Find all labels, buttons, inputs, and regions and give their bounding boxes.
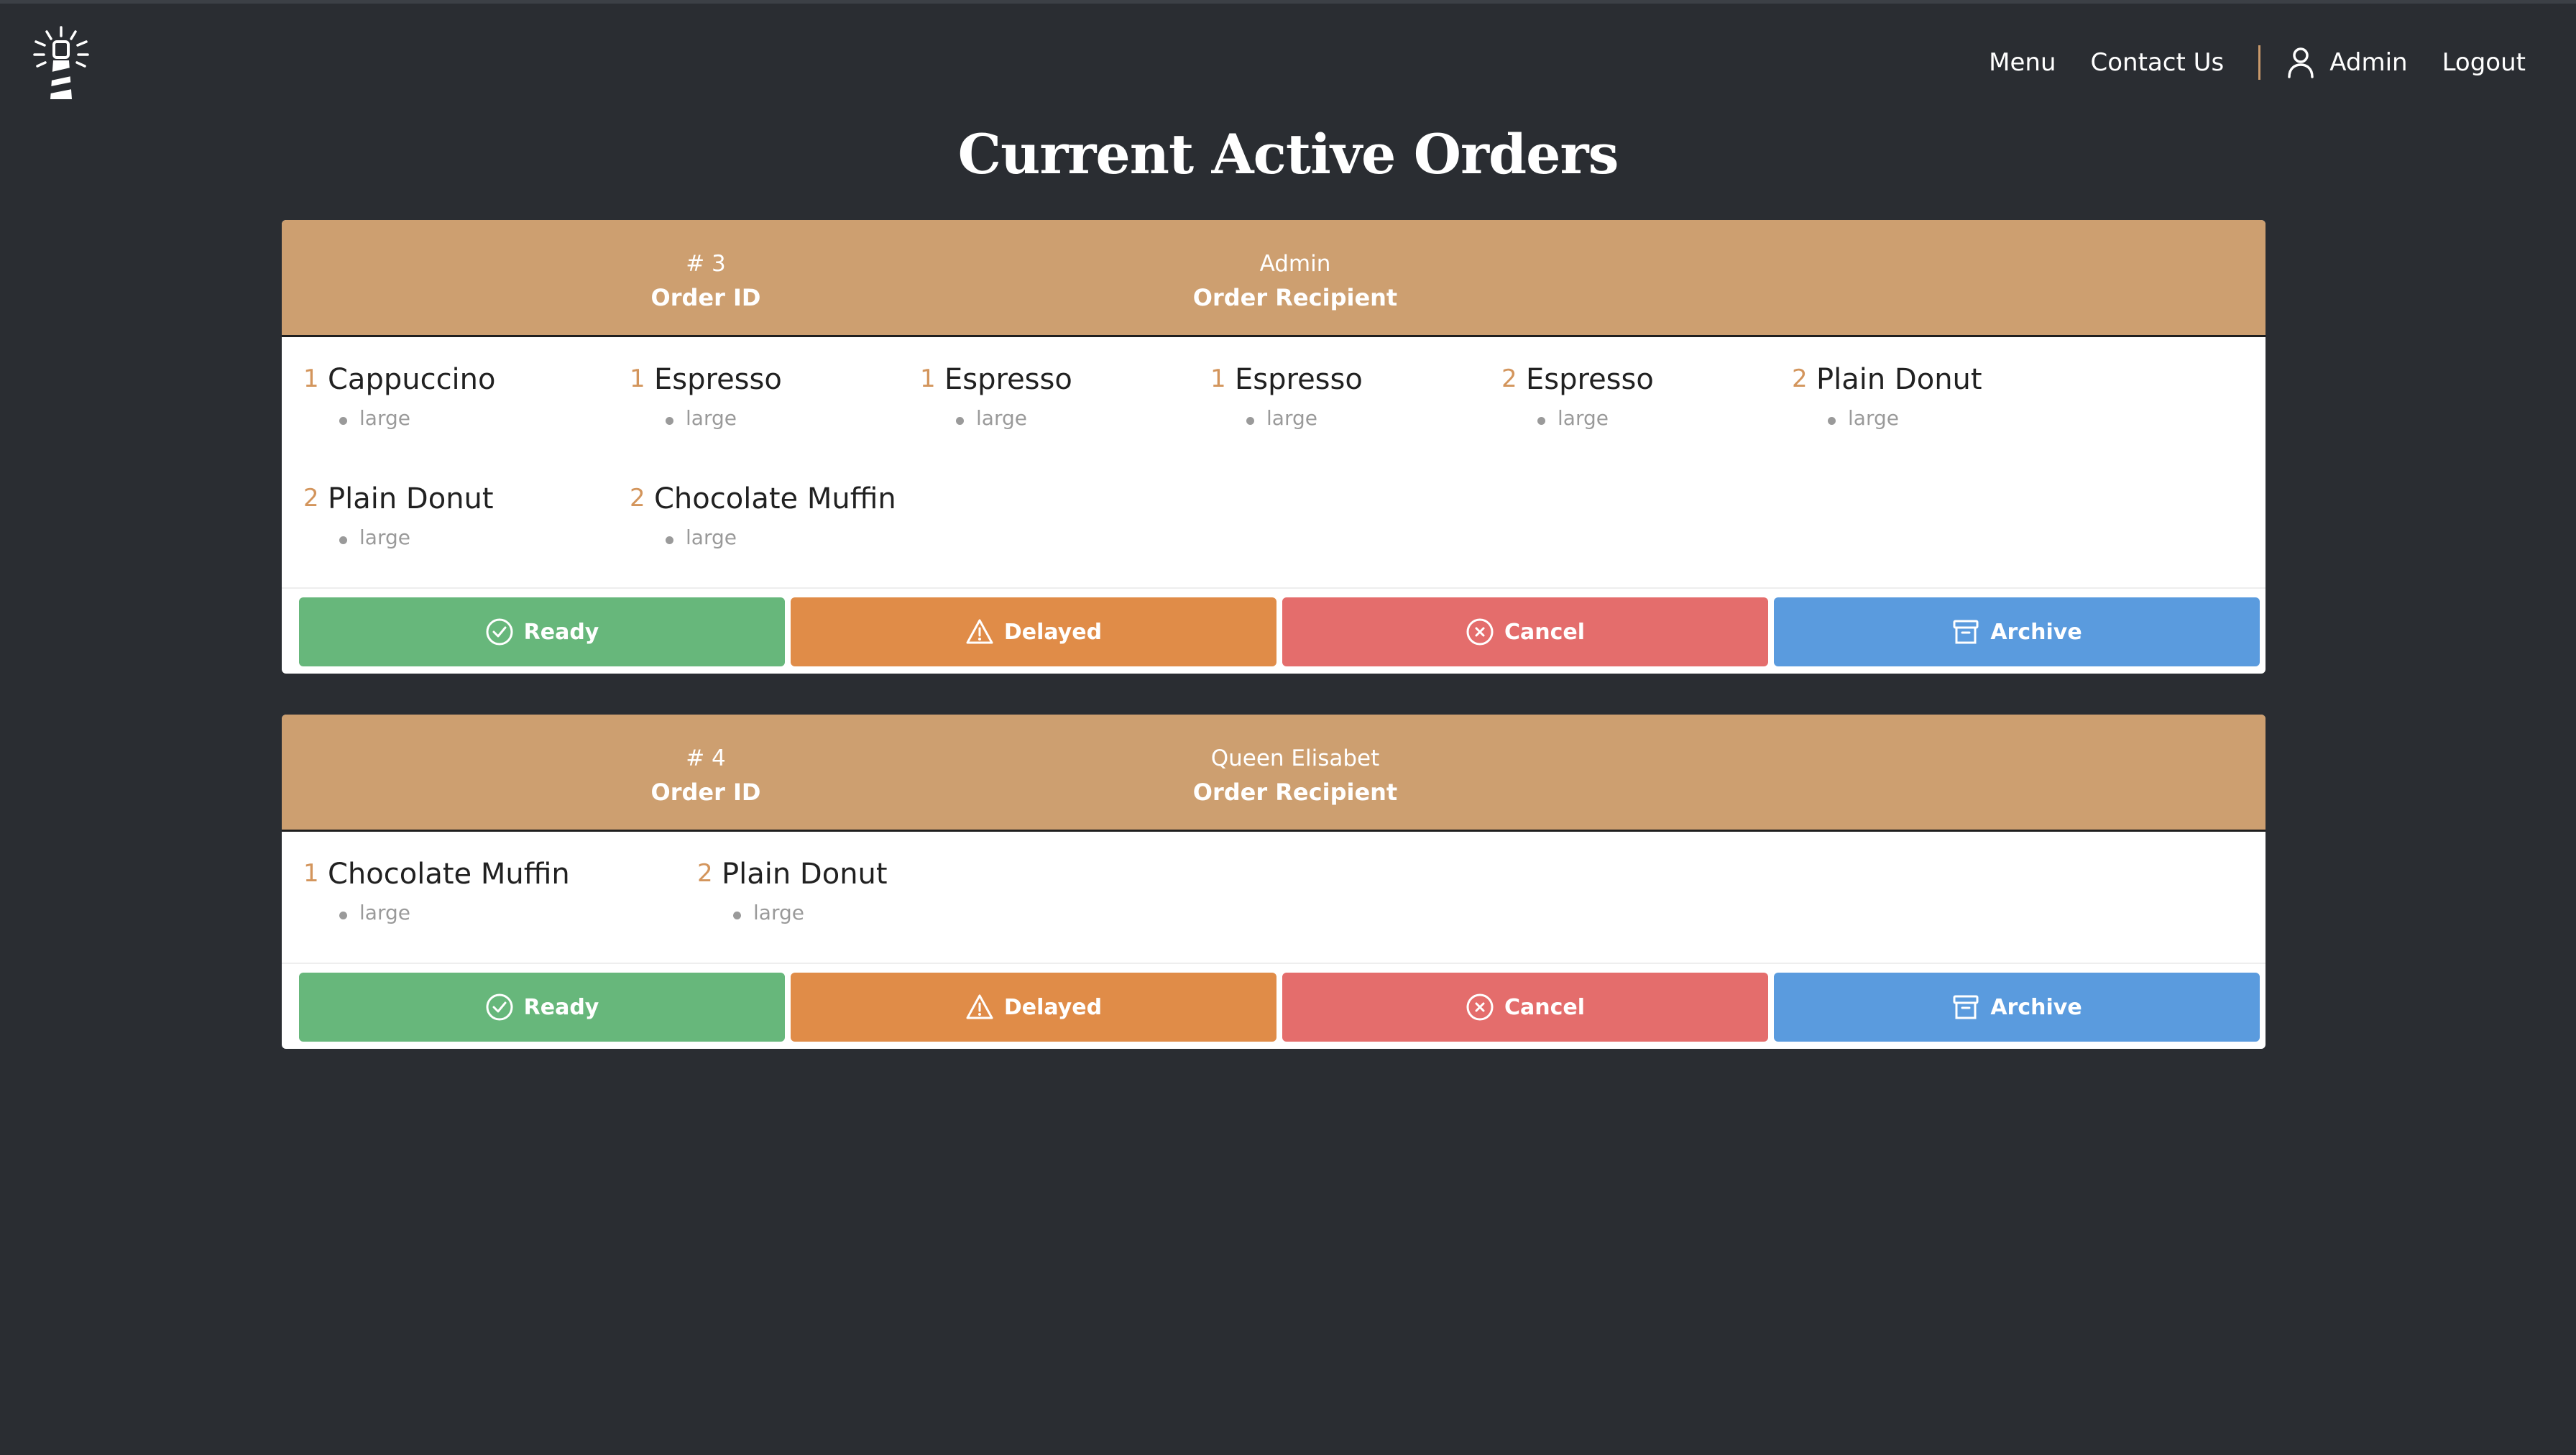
bullet bbox=[339, 536, 347, 544]
bullet bbox=[1246, 417, 1254, 425]
ready-button[interactable]: Ready bbox=[299, 597, 785, 666]
check-circle-icon bbox=[486, 993, 513, 1021]
check-circle-icon bbox=[486, 618, 513, 646]
item-quantity: 1 bbox=[630, 364, 645, 393]
archive-box-icon bbox=[1953, 995, 1979, 1019]
cancel-button[interactable]: Cancel bbox=[1282, 597, 1768, 666]
cancel-button[interactable]: Cancel bbox=[1282, 973, 1768, 1042]
item-quantity: 2 bbox=[630, 484, 645, 513]
order-card-header: # 3 Order ID Admin Order Recipient bbox=[282, 220, 2266, 337]
item-name: Plain Donut bbox=[328, 482, 494, 515]
item-name: Chocolate Muffin bbox=[328, 858, 570, 891]
order-recipient-label: Order Recipient bbox=[1192, 284, 1398, 311]
item-quantity: 1 bbox=[920, 364, 936, 393]
bullet bbox=[956, 417, 964, 425]
item-name: Plain Donut bbox=[722, 858, 888, 891]
warning-triangle-icon bbox=[966, 994, 993, 1019]
order-recipient-value: Admin bbox=[1259, 251, 1331, 277]
archive-box-icon bbox=[1953, 620, 1979, 644]
item-quantity: 1 bbox=[303, 364, 319, 393]
order-card: # 4 Order ID Queen Elisabet Order Recipi… bbox=[282, 715, 2266, 1049]
close-circle-icon bbox=[1466, 618, 1494, 646]
order-id-label: Order ID bbox=[650, 779, 761, 806]
item-size: large bbox=[686, 525, 737, 549]
item-size: large bbox=[359, 525, 410, 549]
order-id-value: # 3 bbox=[686, 251, 726, 277]
delayed-button[interactable]: Delayed bbox=[791, 973, 1276, 1042]
order-recipient-column: Queen Elisabet Order Recipient bbox=[1108, 742, 1482, 809]
lighthouse-icon[interactable] bbox=[29, 24, 93, 104]
item-name: Chocolate Muffin bbox=[654, 482, 896, 515]
top-navigation: Menu Contact Us Admin Logout bbox=[1954, 45, 2526, 81]
archive-button-label: Archive bbox=[1990, 619, 2082, 645]
item-quantity: 1 bbox=[303, 859, 319, 888]
cancel-button-label: Cancel bbox=[1504, 619, 1586, 645]
person-icon bbox=[2288, 47, 2314, 78]
item-size: large bbox=[753, 901, 804, 924]
warning-triangle-icon bbox=[966, 619, 993, 644]
archive-button[interactable]: Archive bbox=[1774, 597, 2260, 666]
ready-button-label: Ready bbox=[523, 994, 599, 1020]
item-quantity: 2 bbox=[1501, 364, 1517, 393]
item-size: large bbox=[359, 406, 410, 430]
item-quantity: 2 bbox=[1792, 364, 1808, 393]
bullet bbox=[339, 912, 347, 919]
bullet bbox=[666, 536, 673, 544]
close-circle-icon bbox=[1466, 993, 1494, 1021]
item-name: Espresso bbox=[1235, 363, 1363, 396]
bullet bbox=[1537, 417, 1545, 425]
item-name: Espresso bbox=[944, 363, 1072, 396]
archive-button[interactable]: Archive bbox=[1774, 973, 2260, 1042]
order-recipient-column: Admin Order Recipient bbox=[1108, 247, 1482, 315]
order-actions: Ready Delayed Cancel Archive bbox=[282, 964, 2266, 1049]
page-title: Current Active Orders bbox=[957, 122, 1619, 186]
item-size: large bbox=[359, 901, 410, 924]
item-name: Espresso bbox=[1526, 363, 1654, 396]
item-size: large bbox=[1558, 406, 1609, 430]
item-quantity: 2 bbox=[303, 484, 319, 513]
order-card: # 3 Order ID Admin Order Recipient 1 Cap… bbox=[282, 220, 2266, 674]
item-quantity: 2 bbox=[697, 859, 713, 888]
nav-menu-link[interactable]: Menu bbox=[1989, 48, 2056, 77]
item-size: large bbox=[1266, 406, 1317, 430]
nav-divider bbox=[2258, 45, 2261, 80]
order-recipient-value: Queen Elisabet bbox=[1210, 745, 1380, 771]
order-actions: Ready Delayed Cancel Archive bbox=[282, 589, 2266, 674]
order-card-header: # 4 Order ID Queen Elisabet Order Recipi… bbox=[282, 715, 2266, 832]
bullet bbox=[1828, 417, 1836, 425]
item-quantity: 1 bbox=[1210, 364, 1226, 393]
top-border bbox=[0, 0, 2576, 4]
item-name: Cappuccino bbox=[328, 363, 496, 396]
order-id-column: # 3 Order ID bbox=[591, 247, 821, 315]
delayed-button[interactable]: Delayed bbox=[791, 597, 1276, 666]
ready-button-label: Ready bbox=[523, 619, 599, 645]
nav-contact-link[interactable]: Contact Us bbox=[2091, 48, 2225, 77]
bullet bbox=[733, 912, 741, 919]
order-items: 1 Chocolate Muffin large 2 Plain Donut l… bbox=[282, 832, 2266, 964]
nav-user-name[interactable]: Admin bbox=[2329, 48, 2407, 77]
item-size: large bbox=[1848, 406, 1899, 430]
item-size: large bbox=[686, 406, 737, 430]
delayed-button-label: Delayed bbox=[1003, 619, 1103, 645]
item-name: Espresso bbox=[654, 363, 782, 396]
bullet bbox=[339, 417, 347, 425]
bullet bbox=[666, 417, 673, 425]
delayed-button-label: Delayed bbox=[1003, 994, 1103, 1020]
order-id-column: # 4 Order ID bbox=[591, 742, 821, 809]
cancel-button-label: Cancel bbox=[1504, 994, 1586, 1020]
order-id-label: Order ID bbox=[650, 284, 761, 311]
ready-button[interactable]: Ready bbox=[299, 973, 785, 1042]
item-size: large bbox=[976, 406, 1027, 430]
archive-button-label: Archive bbox=[1990, 994, 2082, 1020]
nav-logout-link[interactable]: Logout bbox=[2442, 48, 2526, 77]
order-recipient-label: Order Recipient bbox=[1192, 779, 1398, 806]
order-items: 1 Cappuccino large 1 Espresso large 1 Es… bbox=[282, 337, 2266, 589]
item-name: Plain Donut bbox=[1816, 363, 1982, 396]
order-id-value: # 4 bbox=[686, 745, 726, 771]
nav-user-account[interactable]: Admin bbox=[2286, 47, 2408, 78]
